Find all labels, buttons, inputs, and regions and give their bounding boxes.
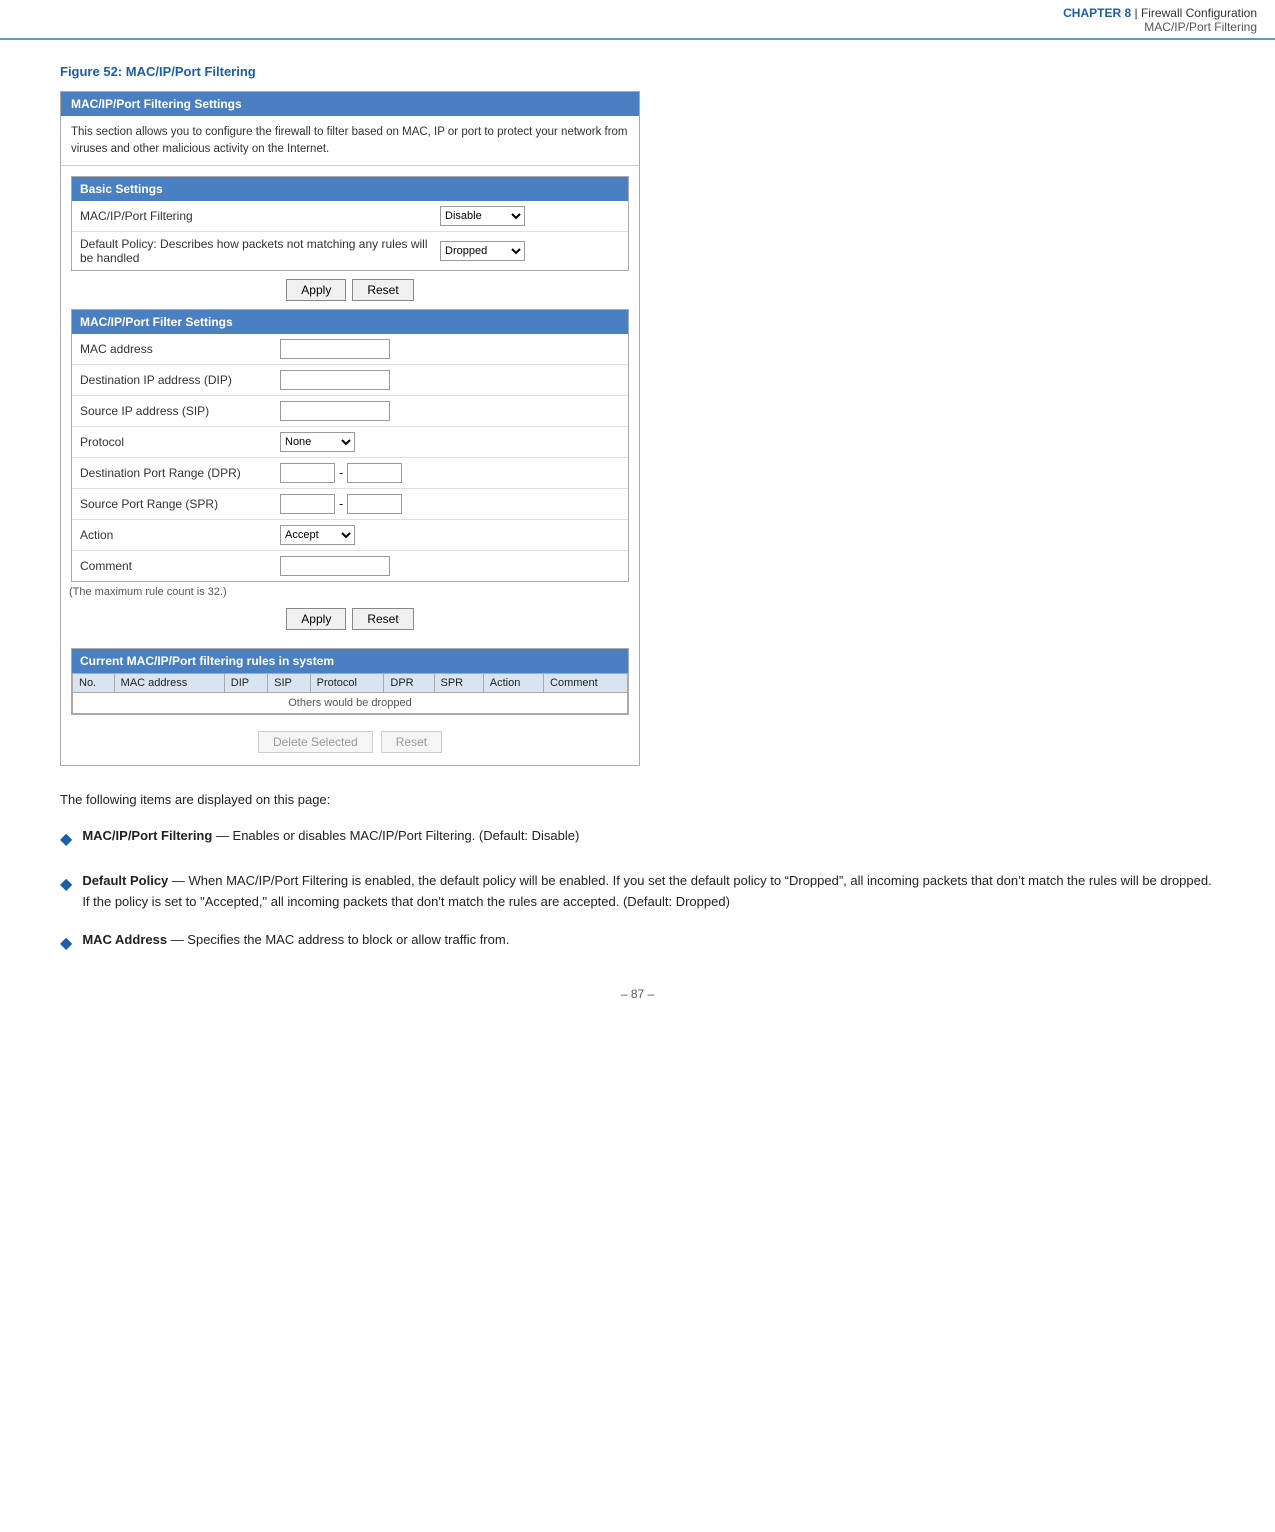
spr-to-input[interactable]: [347, 494, 402, 514]
mac-address-label: MAC address: [80, 342, 280, 356]
protocol-label: Protocol: [80, 435, 280, 449]
bullet-diamond-1: ◆: [60, 827, 72, 853]
dip-label: Destination IP address (DIP): [80, 373, 280, 387]
sip-input[interactable]: [280, 401, 390, 421]
spr-separator: -: [339, 496, 343, 511]
dip-row: Destination IP address (DIP): [72, 365, 628, 396]
main-panel: MAC/IP/Port Filtering Settings This sect…: [60, 91, 640, 766]
spr-row: Source Port Range (SPR) -: [72, 489, 628, 520]
filter-settings-header: MAC/IP/Port Filter Settings: [72, 310, 628, 334]
spr-range: -: [280, 494, 402, 514]
header-title: Firewall Configuration: [1141, 6, 1257, 20]
sip-label: Source IP address (SIP): [80, 404, 280, 418]
bullet-term-default-policy: Default Policy: [82, 873, 168, 888]
dpr-to-input[interactable]: [347, 463, 402, 483]
default-policy-row: Default Policy: Describes how packets no…: [72, 232, 628, 270]
spr-label: Source Port Range (SPR): [80, 497, 280, 511]
dpr-separator: -: [339, 465, 343, 480]
filter-apply-button[interactable]: Apply: [286, 608, 346, 630]
protocol-select[interactable]: None TCP UDP ICMP: [280, 432, 355, 452]
bullet-desc-default-policy: — When MAC/IP/Port Filtering is enabled,…: [82, 873, 1211, 909]
header-subtitle: MAC/IP/Port Filtering: [1144, 20, 1257, 34]
bullet-item-mac-address: ◆ MAC Address — Specifies the MAC addres…: [60, 930, 1215, 957]
header-text: CHAPTER 8 | Firewall Configuration MAC/I…: [1063, 6, 1257, 34]
protocol-row: Protocol None TCP UDP ICMP: [72, 427, 628, 458]
dip-input[interactable]: [280, 370, 390, 390]
bullet-text-filtering: MAC/IP/Port Filtering — Enables or disab…: [82, 826, 1215, 847]
chapter-label: CHAPTER 8: [1063, 6, 1131, 20]
action-row: Action Accept Drop: [72, 520, 628, 551]
filter-settings-buttons: Apply Reset: [61, 600, 639, 638]
mac-address-input[interactable]: [280, 339, 390, 359]
bullet-term-mac-address: MAC Address: [82, 932, 167, 947]
others-text: Others would be dropped: [73, 692, 628, 713]
intro-text: The following items are displayed on thi…: [60, 790, 1215, 811]
page-number: – 87 –: [60, 987, 1215, 1011]
col-mac: MAC address: [114, 673, 224, 692]
bullet-desc-filtering: — Enables or disables MAC/IP/Port Filter…: [212, 828, 579, 843]
dpr-range: -: [280, 463, 402, 483]
page-header: CHAPTER 8 | Firewall Configuration MAC/I…: [0, 0, 1275, 40]
sip-row: Source IP address (SIP): [72, 396, 628, 427]
dpr-row: Destination Port Range (DPR) -: [72, 458, 628, 489]
current-rules-header: Current MAC/IP/Port filtering rules in s…: [72, 649, 628, 673]
col-protocol: Protocol: [310, 673, 384, 692]
filtering-label: MAC/IP/Port Filtering: [80, 209, 440, 223]
main-panel-header: MAC/IP/Port Filtering Settings: [61, 92, 639, 116]
col-sip: SIP: [268, 673, 311, 692]
others-row: Others would be dropped: [73, 692, 628, 713]
basic-settings-buttons: Apply Reset: [61, 271, 639, 309]
col-spr: SPR: [434, 673, 483, 692]
basic-settings-section: Basic Settings MAC/IP/Port Filtering Dis…: [71, 176, 629, 271]
bullet-item-filtering: ◆ MAC/IP/Port Filtering — Enables or dis…: [60, 826, 1215, 853]
panel-description: This section allows you to configure the…: [61, 116, 639, 166]
bullet-list: ◆ MAC/IP/Port Filtering — Enables or dis…: [60, 826, 1215, 957]
bullet-text-mac-address: MAC Address — Specifies the MAC address …: [82, 930, 1215, 951]
rules-buttons: Delete Selected Reset: [61, 723, 639, 765]
bullet-text-default-policy: Default Policy — When MAC/IP/Port Filter…: [82, 871, 1215, 913]
delete-selected-button[interactable]: Delete Selected: [258, 731, 373, 753]
figure-title: Figure 52: MAC/IP/Port Filtering: [60, 64, 1215, 79]
bullet-item-default-policy: ◆ Default Policy — When MAC/IP/Port Filt…: [60, 871, 1215, 913]
default-policy-label: Default Policy: Describes how packets no…: [80, 237, 440, 265]
filtering-select[interactable]: Disable Enable: [440, 206, 525, 226]
current-rules-section: Current MAC/IP/Port filtering rules in s…: [71, 648, 629, 715]
bullet-desc-mac-address: — Specifies the MAC address to block or …: [167, 932, 509, 947]
col-comment: Comment: [544, 673, 628, 692]
col-no: No.: [73, 673, 115, 692]
action-label: Action: [80, 528, 280, 542]
col-dip: DIP: [224, 673, 267, 692]
bullet-diamond-3: ◆: [60, 931, 72, 957]
comment-row: Comment: [72, 551, 628, 581]
mac-address-row: MAC address: [72, 334, 628, 365]
comment-input[interactable]: [280, 556, 390, 576]
page-content: Figure 52: MAC/IP/Port Filtering MAC/IP/…: [0, 40, 1275, 1051]
filtering-row: MAC/IP/Port Filtering Disable Enable: [72, 201, 628, 232]
rules-reset-button[interactable]: Reset: [381, 731, 442, 753]
body-text: The following items are displayed on thi…: [60, 790, 1215, 958]
comment-label: Comment: [80, 559, 280, 573]
col-dpr: DPR: [384, 673, 434, 692]
header-separator: |: [1131, 6, 1141, 20]
dpr-label: Destination Port Range (DPR): [80, 466, 280, 480]
basic-settings-header: Basic Settings: [72, 177, 628, 201]
col-action: Action: [483, 673, 543, 692]
filter-settings-section: MAC/IP/Port Filter Settings MAC address …: [71, 309, 629, 582]
rules-table: No. MAC address DIP SIP Protocol DPR SPR…: [72, 673, 628, 714]
default-policy-select[interactable]: Dropped Accepted: [440, 241, 525, 261]
bullet-diamond-2: ◆: [60, 872, 72, 898]
action-select[interactable]: Accept Drop: [280, 525, 355, 545]
dpr-from-input[interactable]: [280, 463, 335, 483]
filter-reset-button[interactable]: Reset: [352, 608, 413, 630]
bullet-term-filtering: MAC/IP/Port Filtering: [82, 828, 212, 843]
spr-from-input[interactable]: [280, 494, 335, 514]
max-rule-note: (The maximum rule count is 32.): [61, 582, 639, 600]
basic-apply-button[interactable]: Apply: [286, 279, 346, 301]
basic-reset-button[interactable]: Reset: [352, 279, 413, 301]
